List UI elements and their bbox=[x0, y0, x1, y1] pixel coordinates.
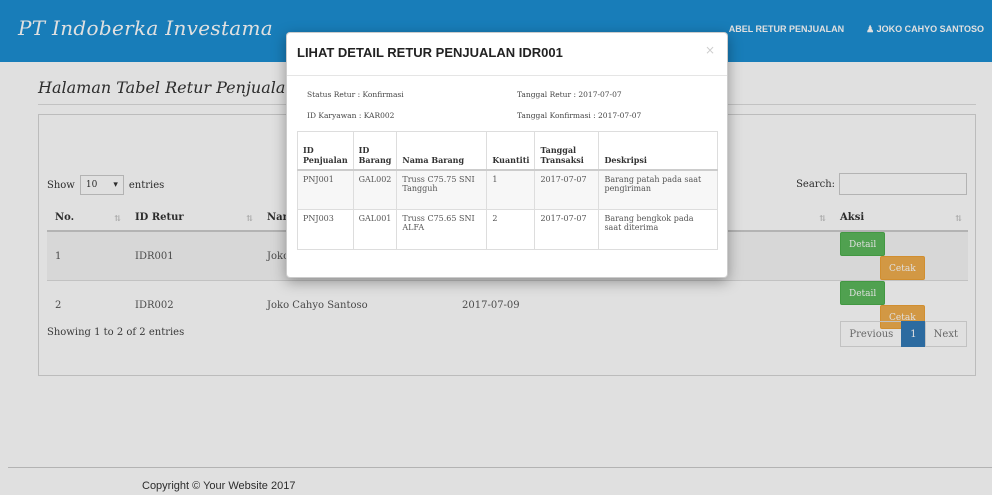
id-karyawan: ID Karyawan : KAR002 bbox=[307, 111, 395, 120]
close-icon[interactable]: × bbox=[705, 43, 715, 57]
cell-deskripsi: Barang patah pada saat pengiriman bbox=[598, 169, 718, 210]
detail-row: PNJ001 GAL002 Truss C75.75 SNI Tangguh 1… bbox=[297, 169, 718, 210]
col-header-nama-barang: Nama Barang bbox=[396, 131, 488, 171]
cell-id-penjualan: PNJ001 bbox=[297, 169, 354, 210]
detail-table: ID Penjualan ID Barang Nama Barang Kuant… bbox=[297, 131, 718, 250]
cell-nama-barang: Truss C75.65 SNI ALFA bbox=[396, 209, 488, 250]
modal-title: LIHAT DETAIL RETUR PENJUALAN IDR001 bbox=[297, 45, 563, 60]
tanggal-konfirmasi: Tanggal Konfirmasi : 2017-07-07 bbox=[517, 111, 642, 120]
col-header-deskripsi: Deskripsi bbox=[598, 131, 718, 171]
cell-deskripsi: Barang bengkok pada saat diterima bbox=[598, 209, 718, 250]
tanggal-retur: Tanggal Retur : 2017-07-07 bbox=[517, 90, 622, 99]
cell-nama-barang: Truss C75.75 SNI Tangguh bbox=[396, 169, 488, 210]
cell-tanggal-transaksi: 2017-07-07 bbox=[534, 169, 600, 210]
cell-id-penjualan: PNJ003 bbox=[297, 209, 354, 250]
cell-tanggal-transaksi: 2017-07-07 bbox=[534, 209, 600, 250]
cell-id-barang: GAL001 bbox=[352, 209, 398, 250]
col-header-id-barang: ID Barang bbox=[352, 131, 398, 171]
modal-header-divider bbox=[287, 75, 727, 76]
col-header-id-penjualan: ID Penjualan bbox=[297, 131, 354, 171]
detail-header-row: ID Penjualan ID Barang Nama Barang Kuant… bbox=[297, 131, 718, 171]
detail-row: PNJ003 GAL001 Truss C75.65 SNI ALFA 2 20… bbox=[297, 209, 718, 250]
col-header-tanggal-transaksi: Tanggal Transaksi bbox=[534, 131, 600, 171]
detail-modal: LIHAT DETAIL RETUR PENJUALAN IDR001 × St… bbox=[286, 32, 728, 278]
cell-kuantiti: 1 bbox=[486, 169, 536, 210]
cell-kuantiti: 2 bbox=[486, 209, 536, 250]
status-retur: Status Retur : Konfirmasi bbox=[307, 90, 404, 99]
col-header-kuantiti: Kuantiti bbox=[486, 131, 536, 171]
cell-id-barang: GAL002 bbox=[352, 169, 398, 210]
